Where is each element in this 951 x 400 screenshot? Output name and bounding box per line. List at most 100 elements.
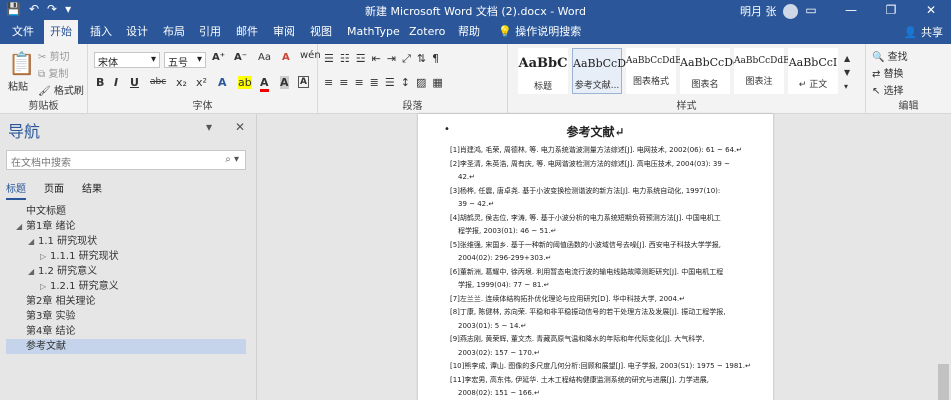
subscript-button[interactable]: x₂ <box>176 76 187 89</box>
ribbon-display-icon[interactable]: ▭ <box>791 0 831 20</box>
strikethrough-button[interactable]: abc <box>150 77 166 87</box>
tab-pages[interactable]: 页面 <box>44 180 64 200</box>
tab-help[interactable]: 帮助 <box>452 20 486 44</box>
distributed-icon[interactable]: ☰ <box>385 76 401 89</box>
expand-triangle-icon[interactable]: ◢ <box>28 264 38 279</box>
clear-format-button[interactable]: A <box>282 52 290 63</box>
style-table-note[interactable]: AaBbCcDdE 图表注 <box>734 48 790 94</box>
change-case-button[interactable]: Aa <box>258 52 271 63</box>
decrease-indent-icon[interactable]: ⇤ <box>372 52 387 65</box>
text-effects-button[interactable]: A <box>218 76 227 89</box>
expand-triangle-icon[interactable]: ▷ <box>40 249 50 264</box>
chinese-layout-icon[interactable]: ⤢ <box>402 52 417 65</box>
restore-icon[interactable]: ❐ <box>871 0 911 20</box>
sort-icon[interactable]: ⇅ <box>417 52 432 65</box>
scrollbar-thumb[interactable] <box>938 364 949 400</box>
user-account[interactable]: 明月 张 <box>740 3 798 19</box>
font-size-select[interactable]: 五号 ▾ <box>164 52 206 69</box>
tab-layout[interactable]: 布局 <box>157 20 191 44</box>
bold-button[interactable]: B <box>96 76 104 89</box>
nav-heading-item[interactable]: ◢ 第1章 绪论 <box>6 219 246 234</box>
styles-scroll[interactable]: ▲ ▼ ▾ <box>844 52 850 94</box>
chevron-down-icon[interactable]: ▼ <box>844 68 850 77</box>
font-name-select[interactable]: 宋体 ▾ <box>94 52 160 69</box>
replace-button[interactable]: ⇄ 替换 <box>872 65 904 80</box>
nav-close-icon[interactable]: ✕ <box>235 120 245 134</box>
vertical-scrollbar[interactable] <box>936 114 951 400</box>
nav-search-input[interactable]: 在文档中搜索 ⌕ ▾ <box>6 150 246 170</box>
paste-button[interactable]: 粘贴 <box>8 78 28 93</box>
shading-icon[interactable]: ▨ <box>416 76 432 89</box>
tab-zotero[interactable]: Zotero <box>403 20 451 44</box>
align-buttons[interactable]: ≡≡≡≣☰↕▨▦ <box>324 76 449 89</box>
superscript-button[interactable]: x² <box>196 76 207 89</box>
chevron-up-icon[interactable]: ▲ <box>844 54 850 63</box>
grow-font-button[interactable]: A⁺ <box>212 52 225 63</box>
expand-triangle-icon[interactable]: ◢ <box>16 219 26 234</box>
nav-heading-item[interactable]: 第2章 相关理论 <box>6 294 246 309</box>
nav-heading-item[interactable]: ▷ 1.2.1 研究意义 <box>6 279 246 294</box>
share-button[interactable]: 👤 共享 <box>904 24 943 40</box>
align-left-icon[interactable]: ≡ <box>324 76 339 89</box>
editing-group-label: 编辑 <box>898 101 919 112</box>
tab-view[interactable]: 视图 <box>304 20 338 44</box>
tab-design[interactable]: 设计 <box>120 20 154 44</box>
borders-icon[interactable]: ▦ <box>432 76 448 89</box>
tab-mathtype[interactable]: MathType <box>341 20 406 44</box>
tab-results[interactable]: 结果 <box>82 180 102 200</box>
cut-button[interactable]: ✂ 剪切 <box>38 48 70 63</box>
tab-references[interactable]: 引用 <box>193 20 227 44</box>
show-marks-icon[interactable]: ¶ <box>432 52 445 65</box>
style-caption[interactable]: AaBbCcDc 图表名 <box>680 48 739 94</box>
find-button[interactable]: 🔍 查找 <box>872 48 908 63</box>
style-table-format[interactable]: AaBbCcDdE 图表格式 <box>626 48 682 94</box>
document-page[interactable]: • 参考文献↵ [1]肖建鸿, 毛荣, 周德林, 等. 电力系统谐波测量方法综述… <box>418 114 773 400</box>
close-icon[interactable]: ✕ <box>911 0 951 20</box>
line-spacing-icon[interactable]: ↕ <box>401 76 416 89</box>
tab-headings[interactable]: 标题 <box>6 180 26 200</box>
copy-button[interactable]: ⧉ 复制 <box>38 65 68 80</box>
more-icon[interactable]: ▾ <box>844 82 848 91</box>
multilevel-icon[interactable]: ☲ <box>356 52 372 65</box>
nav-heading-item[interactable]: ▷ 1.1.1 研究现状 <box>6 249 246 264</box>
numbering-icon[interactable]: ☷ <box>340 52 356 65</box>
tell-me-search[interactable]: 💡 操作说明搜索 <box>492 20 587 44</box>
expand-triangle-icon[interactable]: ◢ <box>28 234 38 249</box>
align-right-icon[interactable]: ≡ <box>354 76 369 89</box>
style-heading[interactable]: AaBbC 标题 <box>518 48 568 94</box>
reference-entry: [11]李宏男, 高东伟, 伊延华. 土木工程结构健康监测系统的研究与进展[J]… <box>450 374 765 400</box>
nav-heading-item[interactable]: ◢ 1.2 研究意义 <box>6 264 246 279</box>
shrink-font-button[interactable]: A⁻ <box>234 52 247 63</box>
nav-heading-item[interactable]: ◢ 1.1 研究现状 <box>6 234 246 249</box>
select-button[interactable]: ↖ 选择 <box>872 82 904 97</box>
tab-home[interactable]: 开始 <box>44 20 78 44</box>
format-painter-button[interactable]: 🖌 格式刷 <box>38 82 84 97</box>
style-references[interactable]: AaBbCcDc 参考文献... <box>572 48 632 94</box>
tab-file[interactable]: 文件 <box>6 20 40 44</box>
nav-heading-item[interactable]: 参考文献 <box>6 339 246 354</box>
style-normal[interactable]: AaBbCcI ↵ 正文 <box>788 48 838 94</box>
list-buttons[interactable]: ☰☷☲⇤⇥⤢⇅¶ <box>324 52 445 66</box>
underline-button[interactable]: U <box>130 76 139 89</box>
justify-icon[interactable]: ≣ <box>370 76 385 89</box>
nav-heading-item[interactable]: 中文标题 <box>6 204 246 219</box>
reference-entry: [10]熊李成, 谭山. 图像的多尺度几何分析:回顾和展望[J]. 电子学报, … <box>450 360 765 374</box>
font-color-button[interactable]: A <box>260 76 269 92</box>
tab-review[interactable]: 审阅 <box>267 20 301 44</box>
expand-triangle-icon[interactable]: ▷ <box>40 279 50 294</box>
tab-insert[interactable]: 插入 <box>84 20 118 44</box>
tab-mailings[interactable]: 邮件 <box>230 20 264 44</box>
char-shading-button[interactable]: A <box>280 76 289 89</box>
paste-icon[interactable]: 📋 <box>8 52 35 77</box>
search-icon[interactable]: ⌕ ▾ <box>225 154 239 165</box>
nav-heading-item[interactable]: 第4章 结论 <box>6 324 246 339</box>
bullets-icon[interactable]: ☰ <box>324 52 340 65</box>
align-center-icon[interactable]: ≡ <box>339 76 354 89</box>
highlight-button[interactable]: ab <box>238 76 252 89</box>
italic-button[interactable]: I <box>114 76 118 89</box>
char-border-button[interactable]: A <box>298 76 309 88</box>
nav-heading-item[interactable]: 第3章 实验 <box>6 309 246 324</box>
minimize-icon[interactable]: — <box>831 0 871 20</box>
increase-indent-icon[interactable]: ⇥ <box>387 52 402 65</box>
nav-options-icon[interactable]: ▾ <box>206 120 212 134</box>
